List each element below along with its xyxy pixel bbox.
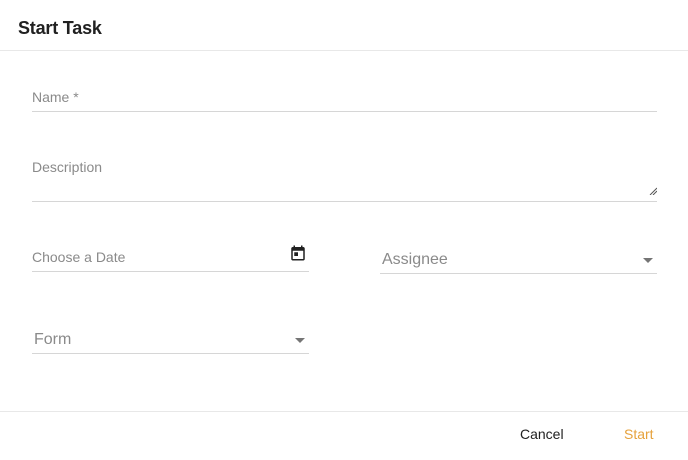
- chevron-down-icon: [643, 258, 653, 263]
- start-button[interactable]: Start: [624, 426, 654, 442]
- assignee-placeholder: Assignee: [382, 251, 448, 268]
- date-placeholder: Choose a Date: [32, 249, 126, 265]
- calendar-icon[interactable]: [289, 244, 307, 262]
- dialog-header: Start Task: [0, 0, 688, 51]
- resize-handle-icon[interactable]: [649, 187, 657, 195]
- date-field[interactable]: Choose a Date: [32, 240, 309, 272]
- chevron-down-icon: [295, 338, 305, 343]
- form-select[interactable]: Form: [32, 320, 309, 354]
- description-placeholder: Description: [32, 159, 103, 175]
- form-placeholder: Form: [34, 331, 72, 348]
- dialog-footer: Cancel Start: [0, 411, 688, 460]
- dialog-title: Start Task: [18, 18, 102, 38]
- cancel-button[interactable]: Cancel: [520, 426, 564, 442]
- name-placeholder: Name *: [32, 89, 79, 105]
- assignee-select[interactable]: Assignee: [380, 240, 657, 274]
- name-field[interactable]: Name *: [32, 80, 657, 112]
- start-task-dialog: Start Task Name * Description Choose a D…: [0, 0, 688, 460]
- description-field[interactable]: Description: [32, 150, 657, 202]
